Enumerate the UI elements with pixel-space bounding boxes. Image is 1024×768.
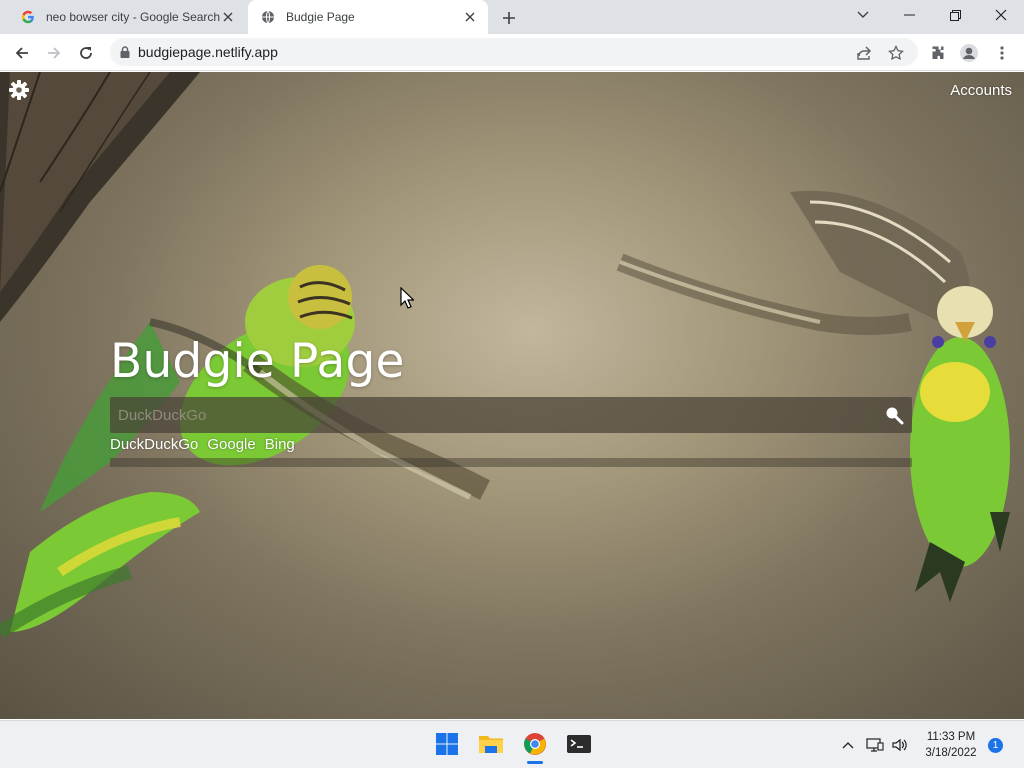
browser-toolbar: budgiepage.netlify.app [0,34,1024,71]
engine-link-bing[interactable]: Bing [265,436,295,453]
search-engine-links: DuckDuckGo Google Bing [110,436,295,453]
page-title: Budgie Page [110,334,405,389]
profile-avatar-icon[interactable] [956,40,982,66]
bookmark-star-icon[interactable] [886,43,906,63]
clock-time: 11:33 PM [926,731,976,743]
tab-title: Budgie Page [286,10,355,24]
notification-badge[interactable]: 1 [988,738,1003,753]
tab-strip: neo bowser city - Google Search Budgie P… [0,0,1024,34]
system-clock[interactable]: 11:33 PM 3/18/2022 [916,729,986,761]
address-bar[interactable]: budgiepage.netlify.app [110,38,918,66]
budgie-page-content: Accounts Budgie Page DuckDuckGo Google B… [0,72,1024,719]
back-icon[interactable] [9,40,35,66]
google-favicon-icon [20,9,36,25]
settings-gear-icon[interactable] [8,79,30,101]
extensions-icon[interactable] [925,40,951,66]
windows-start-icon[interactable] [432,729,462,759]
engine-bar-divider [110,458,912,467]
search-input[interactable] [118,397,858,433]
close-tab-icon[interactable] [462,9,478,25]
terminal-icon[interactable] [564,729,594,759]
menu-kebab-icon[interactable] [989,40,1015,66]
accounts-link[interactable]: Accounts [950,82,1012,99]
minimize-icon[interactable] [886,0,932,30]
tab-title: neo bowser city - Google Search [46,10,220,24]
clock-date: 3/18/2022 [925,747,977,759]
close-tab-icon[interactable] [220,9,236,25]
lock-icon[interactable] [120,46,130,58]
network-icon[interactable] [865,735,885,755]
tab-budgie-page[interactable]: Budgie Page [248,0,488,34]
globe-icon [260,9,276,25]
show-hidden-icons-chevron-icon[interactable] [838,735,858,755]
reload-icon[interactable] [73,40,99,66]
url-text: budgiepage.netlify.app [138,44,278,60]
search-bar [110,397,912,433]
forward-icon[interactable] [41,40,67,66]
mouse-pointer-icon [400,287,414,309]
restore-icon[interactable] [932,0,978,30]
tab-google-search[interactable]: neo bowser city - Google Search [8,0,246,34]
volume-icon[interactable] [890,735,910,755]
close-window-icon[interactable] [978,0,1024,30]
windows-taskbar: 11:33 PM 3/18/2022 1 [0,720,1024,768]
share-icon[interactable] [854,43,874,63]
active-app-indicator [527,761,543,764]
file-explorer-icon[interactable] [476,729,506,759]
chrome-icon[interactable] [520,729,550,759]
engine-link-duckduckgo[interactable]: DuckDuckGo [110,436,198,453]
budgie-background-image [0,72,1010,638]
search-icon[interactable] [884,405,904,425]
new-tab-icon[interactable] [498,7,520,29]
tab-search-chevron-icon[interactable] [840,0,886,30]
engine-link-google[interactable]: Google [207,436,255,453]
